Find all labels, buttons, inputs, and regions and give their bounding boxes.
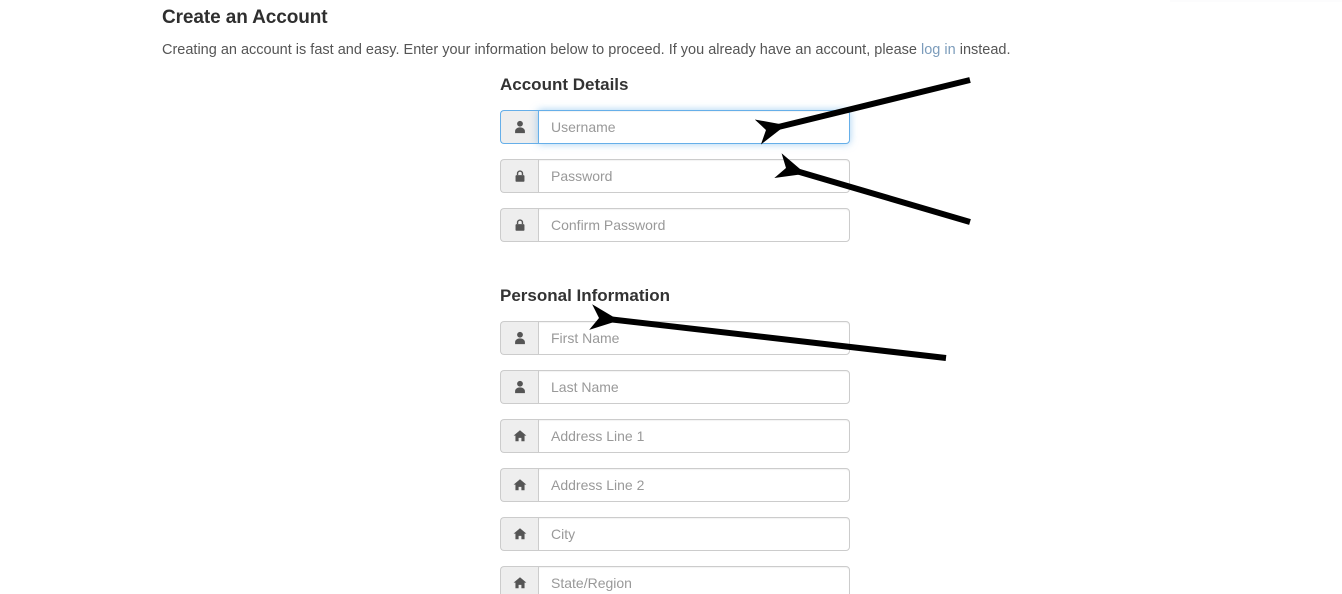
home-icon bbox=[500, 468, 538, 502]
intro-text-after: instead. bbox=[955, 42, 1011, 58]
user-icon bbox=[500, 110, 538, 144]
page-title: Create an Account bbox=[162, 7, 328, 28]
home-icon bbox=[500, 566, 538, 594]
first-name-input[interactable] bbox=[538, 321, 850, 355]
field-group-password[interactable] bbox=[500, 159, 850, 193]
intro-text-before: Creating an account is fast and easy. En… bbox=[162, 42, 922, 58]
address-line-1-input[interactable] bbox=[538, 419, 850, 453]
field-group-last-name[interactable] bbox=[500, 370, 850, 404]
log-in-link[interactable]: log in bbox=[921, 42, 956, 58]
field-group-username[interactable] bbox=[500, 110, 850, 144]
confirm-password-input[interactable] bbox=[538, 208, 850, 242]
scrolled-off-hairline bbox=[1170, 0, 1342, 2]
field-group-confirm-password[interactable] bbox=[500, 208, 850, 242]
section-title-account-details: Account Details bbox=[500, 75, 629, 94]
password-input[interactable] bbox=[538, 159, 850, 193]
section-title-personal-information: Personal Information bbox=[500, 286, 671, 305]
state-region-input[interactable] bbox=[538, 566, 850, 594]
address-line-2-input[interactable] bbox=[538, 468, 850, 502]
field-group-address-line-2[interactable] bbox=[500, 468, 850, 502]
user-icon bbox=[500, 321, 538, 355]
home-icon bbox=[500, 517, 538, 551]
city-input[interactable] bbox=[538, 517, 850, 551]
registration-form: Account Details Username Personal Inform… bbox=[500, 74, 850, 594]
user-icon bbox=[500, 370, 538, 404]
home-icon bbox=[500, 419, 538, 453]
field-group-city[interactable] bbox=[500, 517, 850, 551]
field-group-address-line-1[interactable] bbox=[500, 419, 850, 453]
page-intro-text: Creating an account is fast and easy. En… bbox=[162, 30, 1172, 60]
page-header: Create an Account Creating an account is… bbox=[162, 6, 1172, 60]
registration-page: Create an Account Creating an account is… bbox=[0, 0, 1342, 594]
field-group-first-name[interactable] bbox=[500, 321, 850, 355]
field-group-state-region[interactable] bbox=[500, 566, 850, 594]
lock-icon bbox=[500, 208, 538, 242]
lock-icon bbox=[500, 159, 538, 193]
username-input[interactable] bbox=[538, 110, 850, 144]
last-name-input[interactable] bbox=[538, 370, 850, 404]
